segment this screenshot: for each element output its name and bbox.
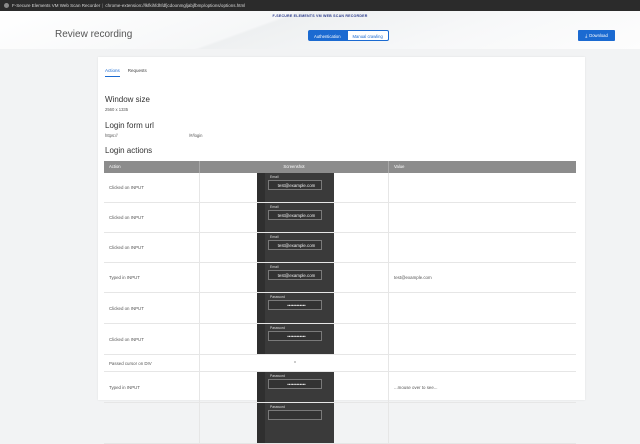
row-screenshot: Email test@example.com <box>199 173 389 202</box>
thumbnail-field-value: test@example.com <box>268 180 322 190</box>
thumbnail-sidebar <box>257 263 265 292</box>
row-screenshot: Password •••••••••••• <box>199 324 389 354</box>
thumbnail-field-value: •••••••••••• <box>268 300 322 310</box>
tab-authentication[interactable]: Authentication <box>308 30 347 41</box>
thumbnail-sidebar <box>257 324 265 354</box>
row-screenshot: Email test@example.com <box>199 233 389 262</box>
row-action: Clicked on INPUT <box>109 245 144 250</box>
row-value <box>389 403 576 443</box>
screenshot-thumbnail[interactable]: Email test@example.com <box>257 203 334 232</box>
table-row: Clicked on INPUT Email test@example.com <box>104 233 576 263</box>
thumbnail-field-label: Password <box>270 374 285 378</box>
download-label: Download <box>589 33 608 38</box>
thumbnail-field-label: Email <box>270 205 279 209</box>
thumbnail-field-label: Email <box>270 265 279 269</box>
tab-requests[interactable]: Requests <box>128 68 147 77</box>
row-screenshot: Email test@example.com <box>199 203 389 232</box>
thumbnail-sidebar <box>257 233 265 262</box>
row-value: test@example.com <box>394 275 432 280</box>
thumbnail-field-value: •••••••••••• <box>268 379 322 389</box>
login-actions-table: Action Screenshot Value Clicked on INPUT… <box>104 161 576 444</box>
thumbnail-field-value: test@example.com <box>268 240 322 250</box>
tab-actions[interactable]: Actions <box>105 68 120 77</box>
thumbnail-field-value <box>268 410 322 420</box>
thumbnail-field-value: test@example.com <box>268 210 322 220</box>
thumbnail-field-label: Password <box>270 295 285 299</box>
table-body: Clicked on INPUT Email test@example.com Cli… <box>104 173 576 444</box>
screenshot-thumbnail[interactable]: Password •••••••••••• <box>257 324 334 354</box>
mode-switch: Authentication Manual crawling <box>308 30 389 41</box>
view-tabs: Actions Requests <box>105 68 147 77</box>
row-screenshot: Password •••••••••••• <box>199 293 389 323</box>
column-value: Value <box>394 164 405 169</box>
review-panel: Actions Requests Window size 2560 x 1335… <box>98 57 585 444</box>
table-row: Clicked on INPUT Email test@example.com <box>104 173 576 203</box>
column-action: Action <box>109 164 121 169</box>
row-value <box>389 355 576 371</box>
table-row: Typed in INPUT Password •••••••••••• ...mou… <box>104 372 576 403</box>
login-url-value: https:// <box>105 133 118 138</box>
browser-title: F-Secure Elements VM Web Scan Recorder <box>12 3 101 8</box>
row-action: Typed in INPUT <box>109 384 140 390</box>
table-row: Password <box>104 403 576 444</box>
tab-manual-crawling[interactable]: Manual crawling <box>346 30 389 41</box>
browser-titlebar: F-Secure Elements VM Web Scan Recorder | c… <box>0 0 640 11</box>
row-value <box>389 293 576 323</box>
cursor-marker <box>294 361 296 363</box>
thumbnail-sidebar <box>257 372 265 402</box>
row-value: ...mouse over to see... <box>394 384 438 390</box>
thumbnail-sidebar <box>257 403 265 443</box>
table-row: Clicked on INPUT Password •••••••••••• <box>104 293 576 324</box>
app-header: F-SECURE ELEMENTS VM WEB SCAN RECORDER R… <box>0 11 640 49</box>
screenshot-thumbnail[interactable]: Password <box>257 403 334 443</box>
download-button[interactable]: ⤓ Download <box>578 30 615 41</box>
screenshot-thumbnail[interactable]: Password •••••••••••• <box>257 293 334 323</box>
row-value <box>389 324 576 354</box>
thumbnail-field-value: •••••••••••• <box>268 331 322 341</box>
browser-url: chrome-extension://lkfkihfdhfdfjcdoonmgl… <box>105 3 246 8</box>
login-url-path: /#/login <box>189 133 203 138</box>
download-icon: ⤓ <box>585 33 588 38</box>
row-action: Typed in INPUT <box>109 275 140 280</box>
brand-title: F-SECURE ELEMENTS VM WEB SCAN RECORDER <box>272 14 368 18</box>
screenshot-thumbnail[interactable]: Password •••••••••••• <box>257 372 334 402</box>
thumbnail-field-label: Email <box>270 175 279 179</box>
row-action: Clicked on INPUT <box>109 215 144 220</box>
window-size-title: Window size <box>105 95 150 104</box>
extension-icon <box>4 3 9 9</box>
table-header: Action Screenshot Value <box>104 161 576 173</box>
thumbnail-field-label: Email <box>270 235 279 239</box>
table-row: Passed cursor on DIV <box>104 355 576 372</box>
row-action: Passed cursor on DIV <box>109 360 152 366</box>
row-action <box>104 403 199 443</box>
row-action: Clicked on INPUT <box>109 305 144 311</box>
screenshot-thumbnail[interactable]: Email test@example.com <box>257 263 334 292</box>
login-url-title: Login form url <box>105 121 154 130</box>
table-row: Clicked on INPUT Email test@example.com <box>104 203 576 233</box>
row-value <box>389 203 576 232</box>
row-value <box>389 173 576 202</box>
table-row: Clicked on INPUT Password •••••••••••• <box>104 324 576 355</box>
thumbnail-sidebar <box>257 293 265 323</box>
column-screenshot: Screenshot <box>199 161 389 173</box>
thumbnail-field-value: test@example.com <box>268 270 322 280</box>
login-actions-title: Login actions <box>105 146 153 155</box>
row-screenshot <box>199 355 389 371</box>
row-screenshot: Password <box>199 403 389 443</box>
screenshot-thumbnail[interactable]: Email test@example.com <box>257 173 334 202</box>
page-title: Review recording <box>55 29 133 40</box>
row-screenshot: Email test@example.com <box>199 263 389 292</box>
row-value <box>389 233 576 262</box>
screenshot-thumbnail[interactable]: Email test@example.com <box>257 233 334 262</box>
thumbnail-field-label: Password <box>270 326 285 330</box>
thumbnail-sidebar <box>257 203 265 232</box>
row-action: Clicked on INPUT <box>109 336 144 342</box>
row-action: Clicked on INPUT <box>109 185 144 190</box>
row-screenshot: Password •••••••••••• <box>199 372 389 402</box>
table-row: Typed in INPUT Email test@example.com test@… <box>104 263 576 293</box>
window-size-value: 2560 x 1335 <box>105 107 129 112</box>
thumbnail-sidebar <box>257 173 265 202</box>
thumbnail-field-label: Password <box>270 405 285 409</box>
